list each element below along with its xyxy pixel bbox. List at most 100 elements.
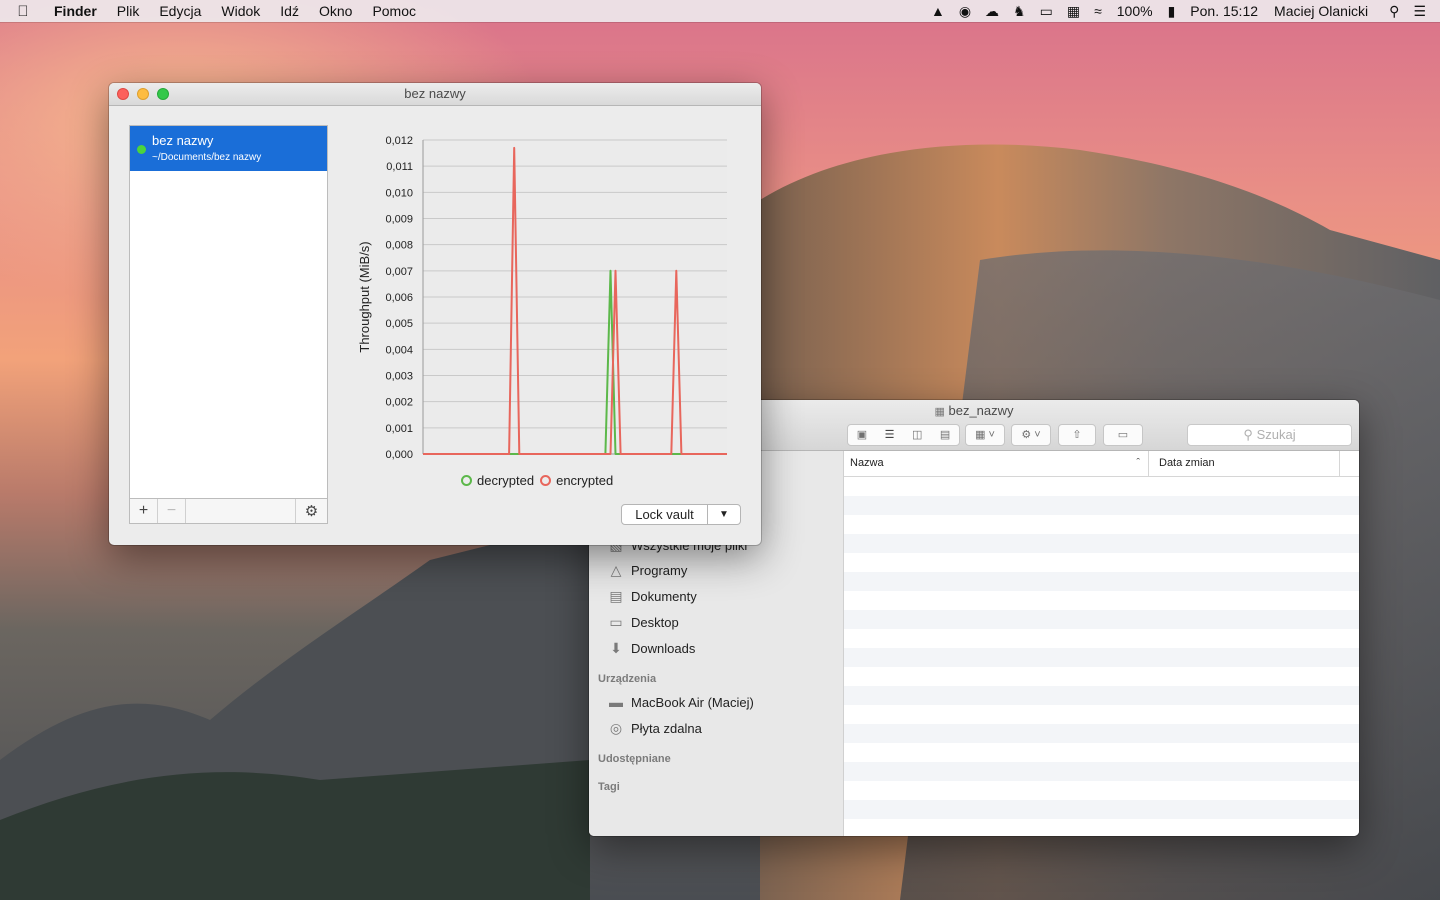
airplay-icon[interactable]: ▭ [1033, 3, 1060, 20]
finder-window-title: bez_nazwy [948, 403, 1014, 418]
add-vault-button[interactable]: + [130, 499, 158, 523]
legend-decrypted-label: decrypted [477, 473, 535, 488]
lock-options-dropdown-icon[interactable]: ▼ [708, 505, 740, 524]
battery-percent[interactable]: 100% [1109, 3, 1161, 19]
sidebar-section-devices: Urządzenia [598, 673, 657, 685]
apps-icon: △ [610, 561, 622, 578]
vault-window-title: bez nazwy [404, 86, 466, 101]
table-row[interactable] [844, 515, 1359, 534]
sidebar-item-downloads[interactable]: ⬇ Downloads [607, 638, 695, 658]
table-row[interactable] [844, 743, 1359, 762]
lock-vault-label[interactable]: Lock vault [622, 505, 708, 524]
laptop-icon: ▬ [609, 694, 623, 710]
drive-status-icon[interactable]: ▲ [924, 3, 952, 19]
keyboard-status-icon[interactable]: ▦ [1060, 3, 1087, 20]
settings-gear-icon[interactable]: ⚙ [296, 499, 327, 523]
legend-decrypted: decrypted [461, 473, 534, 488]
minimize-button[interactable] [137, 88, 149, 100]
search-field[interactable]: ⚲ Szukaj [1187, 424, 1352, 446]
drive-icon: ▦ [934, 406, 945, 418]
sidebar-item-dokumenty[interactable]: ▤ Dokumenty [607, 586, 697, 606]
arrange-button[interactable]: ▦ ˅ [965, 424, 1005, 446]
file-list[interactable]: Nazwa ˆ Data zmian [844, 451, 1359, 836]
table-row[interactable] [844, 629, 1359, 648]
close-button[interactable] [117, 88, 129, 100]
y-tick-label: 0,008 [385, 240, 413, 252]
column-header-name[interactable]: Nazwa ˆ [844, 451, 1149, 476]
table-row[interactable] [844, 610, 1359, 629]
table-row[interactable] [844, 572, 1359, 591]
vault-list-item[interactable]: bez nazwy ~/Documents/bez nazwy [130, 126, 327, 171]
tag-icon: ▭ [1117, 429, 1129, 441]
document-icon: ▤ [609, 587, 623, 604]
encrypted-legend-icon [540, 475, 552, 486]
share-button[interactable]: ⇧ [1058, 424, 1096, 446]
vault-toolbar-spacer [186, 499, 296, 523]
y-tick-label: 0,007 [385, 266, 413, 278]
table-row[interactable] [844, 477, 1359, 496]
column-view-icon[interactable]: ◫ [912, 424, 922, 446]
tags-button[interactable]: ▭ [1103, 424, 1143, 446]
menu-widok[interactable]: Widok [211, 3, 270, 19]
table-row[interactable] [844, 648, 1359, 667]
notification-center-icon[interactable]: ☰ [1406, 3, 1440, 20]
table-row[interactable] [844, 800, 1359, 819]
list-view-icon[interactable]: ☰ [885, 424, 895, 446]
table-row[interactable] [844, 553, 1359, 572]
clock[interactable]: Pon. 15:12 [1182, 3, 1266, 19]
arrange-icon: ▦ ˅ [975, 429, 995, 441]
sidebar-item-label: MacBook Air (Maciej) [631, 694, 754, 710]
table-row[interactable] [844, 496, 1359, 515]
sidebar-item-remote-disc[interactable]: ◎ Płyta zdalna [607, 718, 702, 738]
y-axis-label: Throughput (MiB/s) [357, 241, 372, 352]
table-row[interactable] [844, 667, 1359, 686]
wifi-icon[interactable]: ≈ [1087, 3, 1109, 19]
vault-list: bez nazwy ~/Documents/bez nazwy + − ⚙ [129, 125, 328, 524]
cloud-status-icon[interactable]: ☁ [978, 3, 1006, 20]
lock-vault-button[interactable]: Lock vault ▼ [621, 504, 741, 525]
sidebar-item-macbook[interactable]: ▬ MacBook Air (Maciej) [607, 692, 754, 712]
menu-pomoc[interactable]: Pomoc [362, 3, 426, 19]
table-row[interactable] [844, 781, 1359, 800]
battery-icon[interactable]: ▮ [1161, 3, 1183, 20]
downloads-icon: ⬇ [610, 639, 622, 656]
y-tick-label: 0,005 [385, 318, 413, 330]
table-row[interactable] [844, 686, 1359, 705]
menu-okno[interactable]: Okno [309, 3, 362, 19]
sidebar-section-shared[interactable]: Udostępniane [598, 753, 671, 765]
agent-status-icon[interactable]: ◉ [952, 3, 978, 20]
table-row[interactable] [844, 819, 1359, 836]
sidebar-item-label: Dokumenty [631, 588, 697, 604]
column-header-date[interactable]: Data zmian [1149, 451, 1340, 476]
column-name-label: Nazwa [850, 457, 884, 469]
decrypted-legend-icon [461, 475, 472, 486]
action-button[interactable]: ⚙ ˅ [1011, 424, 1051, 446]
zoom-button[interactable] [157, 88, 169, 100]
menu-idz[interactable]: Idź [270, 3, 309, 19]
menu-plik[interactable]: Plik [107, 3, 150, 19]
table-row[interactable] [844, 705, 1359, 724]
apple-menu-icon[interactable]:  [0, 3, 46, 20]
user-name[interactable]: Maciej Olanicki [1266, 3, 1382, 19]
vault-titlebar[interactable]: bez nazwy [109, 83, 761, 106]
vault-unlocked-status-icon [137, 145, 146, 154]
table-row[interactable] [844, 534, 1359, 553]
coverflow-view-icon[interactable]: ▤ [940, 424, 950, 446]
y-tick-label: 0,002 [385, 397, 413, 409]
table-row[interactable] [844, 724, 1359, 743]
sidebar-section-tags[interactable]: Tagi [598, 781, 620, 793]
sidebar-item-desktop[interactable]: ▭ Desktop [607, 612, 678, 632]
icon-view-icon[interactable]: ▣ [857, 424, 867, 446]
sidebar-item-programy[interactable]: △ Programy [607, 560, 688, 580]
menu-edycja[interactable]: Edycja [149, 3, 211, 19]
table-row[interactable] [844, 762, 1359, 781]
app-status-icon[interactable]: ♞ [1006, 3, 1033, 20]
y-tick-label: 0,003 [385, 371, 413, 383]
table-row[interactable] [844, 591, 1359, 610]
search-icon: ⚲ [1243, 427, 1253, 442]
y-tick-label: 0,009 [385, 214, 413, 226]
share-icon: ⇧ [1072, 429, 1082, 441]
menu-app-finder[interactable]: Finder [46, 3, 107, 19]
remove-vault-button[interactable]: − [158, 499, 186, 523]
spotlight-icon[interactable]: ⚲ [1382, 3, 1406, 20]
